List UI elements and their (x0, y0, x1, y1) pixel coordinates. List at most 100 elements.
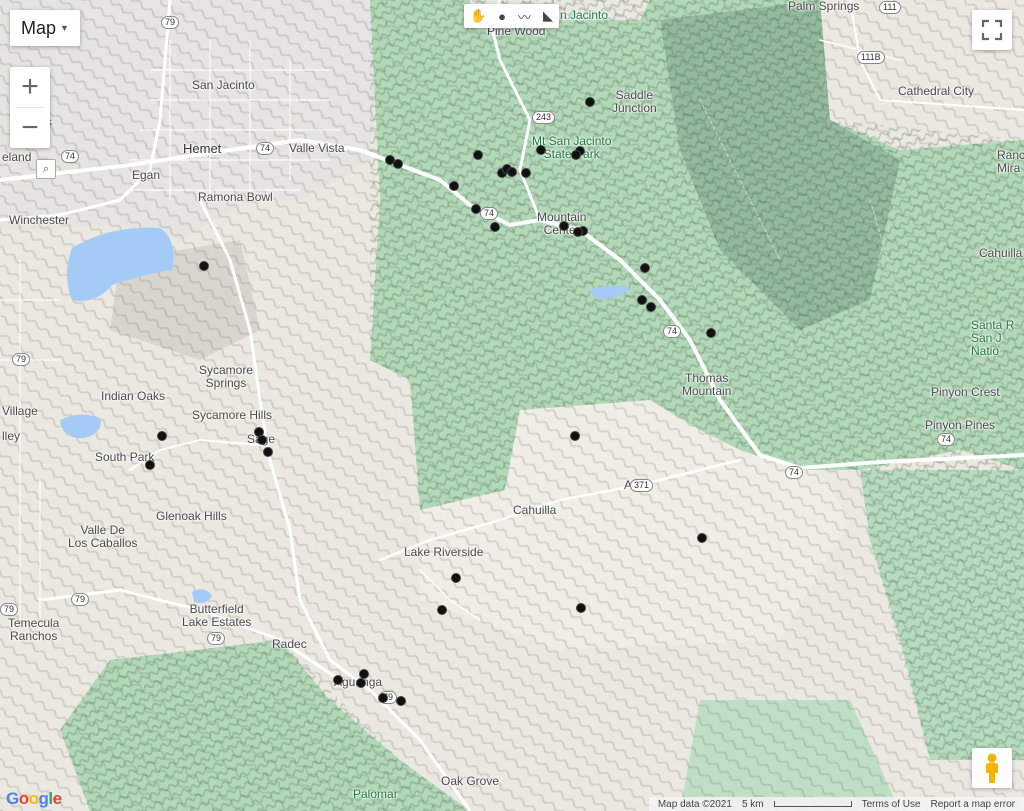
place-label-san-jacinto: San Jacinto (192, 78, 255, 92)
map-marker[interactable] (396, 696, 406, 706)
terrain-layer (0, 0, 1024, 811)
place-label-temecula-ranchos: Temecula Ranchos (8, 616, 60, 643)
polyline-tool-icon[interactable]: 〰 (518, 7, 531, 26)
place-label-village: Village (2, 404, 38, 418)
place-label-saddle-junction: Saddle Junction (612, 88, 657, 115)
scale-bar (773, 801, 852, 807)
map-marker[interactable] (573, 227, 583, 237)
place-label-palm-springs: Palm Springs (788, 0, 860, 13)
place-label-hemet: Hemet (183, 141, 222, 156)
map-marker[interactable] (263, 447, 273, 457)
terms-link[interactable]: Terms of Use (862, 799, 921, 810)
route-shield-79: 79 (161, 16, 180, 29)
place-label-san-jacinto-peak: n Jacinto (560, 8, 609, 22)
route-shield-74: 74 (480, 207, 499, 220)
map-attribution-bar: Map data ©2021 5 km Terms of Use Report … (648, 797, 1024, 811)
map-marker[interactable] (490, 222, 500, 232)
map-marker[interactable] (706, 328, 716, 338)
place-label-glenoak-hills: Glenoak Hills (156, 509, 227, 523)
route-shield-74: 74 (663, 325, 682, 338)
place-label-egan: Egan (132, 168, 161, 182)
map-marker[interactable] (640, 263, 650, 273)
map-marker[interactable] (697, 533, 707, 543)
map-marker[interactable] (378, 693, 388, 703)
route-shield-371: 371 (630, 479, 654, 492)
zoom-in-button[interactable]: + (10, 67, 50, 107)
map-marker[interactable] (145, 460, 155, 470)
place-label-cahuilla: Cahuilla (513, 503, 557, 517)
street-view-button[interactable] (972, 748, 1012, 788)
map-marker[interactable] (576, 603, 586, 613)
map-marker[interactable] (536, 145, 546, 155)
place-label-valle-vista: Valle Vista (289, 141, 345, 155)
place-label-pinyon-pines: Pinyon Pines (925, 418, 996, 432)
place-label-sycamore-hills: Sycamore Hills (192, 408, 273, 422)
place-label-cathedral-city: Cathedral City (898, 84, 975, 98)
route-shield-79: 79 (71, 593, 90, 606)
map-marker[interactable] (507, 167, 517, 177)
map-marker[interactable] (451, 573, 461, 583)
google-logo: Google (6, 789, 62, 808)
zoom-box-icon[interactable]: ⌕ (36, 159, 56, 179)
map-marker[interactable] (356, 678, 366, 688)
map-type-button[interactable]: Map ▼ (10, 10, 80, 46)
hand-pan-icon[interactable]: ✋ (470, 8, 486, 24)
fullscreen-button[interactable] (972, 10, 1012, 50)
place-label-ramona-bowl: Ramona Bowl (198, 190, 273, 204)
chevron-down-icon: ▼ (60, 23, 69, 33)
map-marker[interactable] (637, 295, 647, 305)
route-shield-79: 79 (12, 353, 31, 366)
map-marker[interactable] (199, 261, 209, 271)
map-marker[interactable] (559, 221, 569, 231)
route-shield-111: 111 (879, 1, 901, 14)
map-marker[interactable] (646, 302, 656, 312)
place-label-palomar: Palomar (353, 787, 398, 801)
map-marker[interactable] (257, 435, 267, 445)
route-shield-79: 79 (0, 603, 19, 616)
circle-tool-icon[interactable]: ● (498, 9, 506, 24)
map-marker[interactable] (333, 675, 343, 685)
report-error-link[interactable]: Report a map error (931, 799, 1015, 810)
place-label-sycamore-springs: Sycamore Springs (199, 363, 254, 390)
route-shield-74: 74 (61, 150, 80, 163)
drawing-toolbar: ✋ ● 〰 ◣ (464, 4, 559, 28)
place-label-santa-rosa: Santa R San J Natio (971, 318, 1015, 358)
map-marker[interactable] (471, 204, 481, 214)
place-label-winchester: Winchester (9, 213, 70, 227)
place-label-radec: Radec (272, 637, 307, 651)
scale-label[interactable]: 5 km (742, 799, 764, 810)
map-type-label: Map (21, 17, 57, 38)
polygon-tool-icon[interactable]: ◣ (543, 8, 553, 24)
route-shield-111b: 111B (857, 51, 885, 64)
place-label-lake-riverside: Lake Riverside (404, 545, 484, 559)
place-label-thomas-mountain: Thomas Mountain (682, 371, 732, 398)
place-label-oak-grove: Oak Grove (441, 774, 500, 788)
map-marker[interactable] (571, 150, 581, 160)
zoom-control: + − (10, 67, 50, 148)
map-marker[interactable] (449, 181, 459, 191)
place-label-eland: eland (2, 150, 32, 164)
place-label-cahuilla-east: Cahuilla (979, 246, 1023, 260)
zoom-out-button[interactable]: − (10, 108, 50, 148)
route-shield-243: 243 (532, 111, 556, 124)
map-marker[interactable] (521, 168, 531, 178)
fullscreen-icon (981, 19, 1003, 41)
place-label-indian-oaks: Indian Oaks (101, 389, 166, 403)
map-data-text: Map data ©2021 (657, 798, 732, 810)
place-label-butterfield: Butterfield Lake Estates (182, 602, 252, 629)
route-shield-74: 74 (785, 466, 804, 479)
route-shield-74: 74 (937, 433, 956, 446)
map-canvas[interactable]: San Jacinto Hemet Valle Vista Egan Ramon… (0, 0, 1024, 811)
map-marker[interactable] (585, 97, 595, 107)
map-marker[interactable] (157, 431, 167, 441)
map-marker[interactable] (393, 159, 403, 169)
place-label-valle-de-los-caballos: Valle De Los Caballos (68, 523, 138, 550)
route-shield-79: 79 (207, 632, 226, 645)
map-marker[interactable] (437, 605, 447, 615)
pegman-icon (986, 753, 998, 783)
route-shield-74: 74 (256, 142, 275, 155)
place-label-rancho-mirage: Ranc Mira (997, 148, 1024, 175)
map-marker[interactable] (570, 431, 580, 441)
place-label-pinyon-crest: Pinyon Crest (931, 385, 1000, 399)
map-marker[interactable] (473, 150, 483, 160)
